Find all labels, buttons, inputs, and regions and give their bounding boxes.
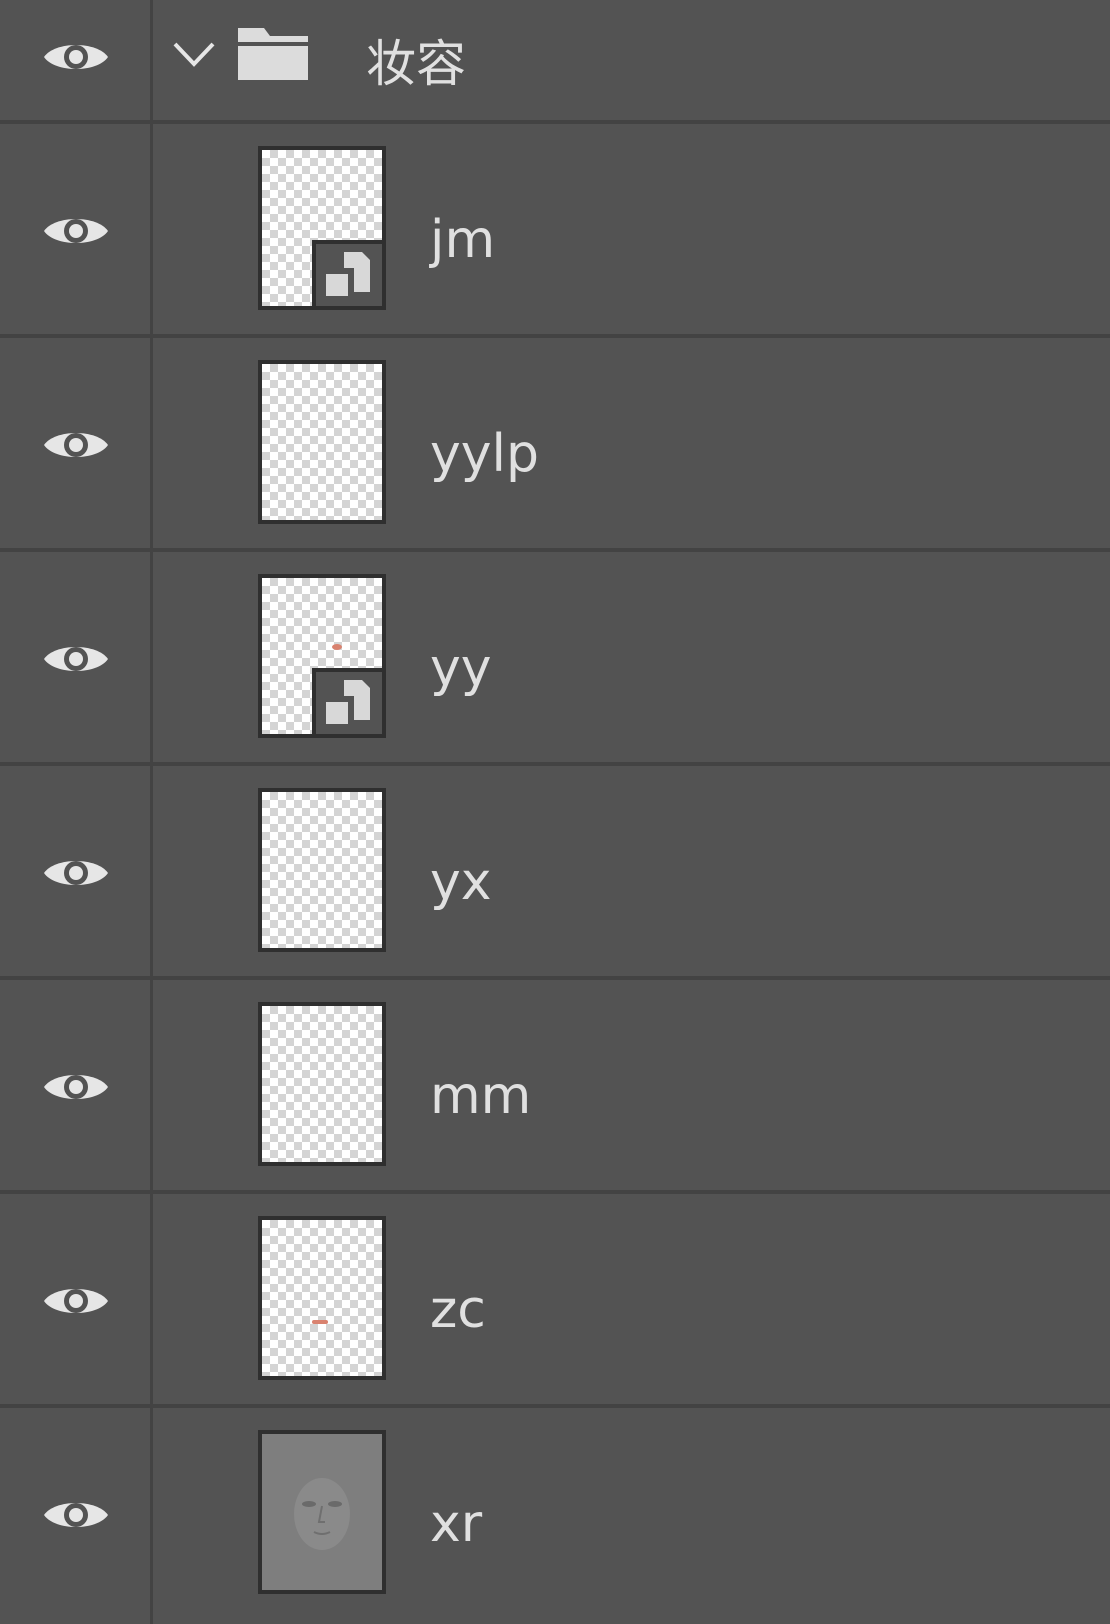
layer-row[interactable]: jm [0,124,1110,338]
layer-thumbnail [258,1002,386,1166]
layers-panel: 妆容 jm yylp yy yx mm zc xr [0,0,1110,1624]
visibility-column [0,124,153,334]
layer-row[interactable]: mm [0,980,1110,1194]
smart-object-badge [312,240,386,310]
thumbnail-mark [332,644,342,650]
smart-object-icon [326,680,370,724]
layer-row[interactable]: yy [0,552,1110,766]
eye-icon[interactable] [41,424,111,466]
chevron-down-icon[interactable] [172,40,216,68]
eye-icon[interactable] [41,1494,111,1536]
layer-name: jm [430,210,496,270]
visibility-column [0,766,153,976]
smart-object-badge [312,668,386,738]
eye-icon[interactable] [41,638,111,680]
eye-icon[interactable] [41,1280,111,1322]
visibility-column [0,980,153,1190]
face-thumbnail [294,1478,350,1550]
layer-name: mm [430,1066,532,1126]
layer-row[interactable]: xr [0,1408,1110,1624]
layer-name: yx [430,852,492,912]
eye-icon[interactable] [41,852,111,894]
eye-icon[interactable] [41,1066,111,1108]
thumbnail-mark [312,1320,328,1324]
layer-name: xr [430,1494,483,1554]
layer-thumbnail [258,788,386,952]
layer-row[interactable]: zc [0,1194,1110,1408]
visibility-column [0,1194,153,1404]
visibility-column [0,1408,153,1624]
group-name: 妆容 [366,35,466,93]
folder-icon [238,28,308,80]
layer-thumbnail [258,360,386,524]
layer-thumbnail [258,146,386,310]
layer-group-row[interactable]: 妆容 [0,0,1110,124]
layer-thumbnail [258,1216,386,1380]
layer-name: yylp [430,424,540,484]
eye-icon[interactable] [41,36,111,78]
layer-thumbnail [258,574,386,738]
layer-row[interactable]: yx [0,766,1110,980]
eye-icon[interactable] [41,210,111,252]
layer-name: zc [430,1280,486,1340]
layer-name: yy [430,638,492,698]
visibility-column [0,552,153,762]
smart-object-icon [326,252,370,296]
layer-row[interactable]: yylp [0,338,1110,552]
visibility-column [0,0,153,120]
visibility-column [0,338,153,548]
layer-thumbnail [258,1430,386,1594]
